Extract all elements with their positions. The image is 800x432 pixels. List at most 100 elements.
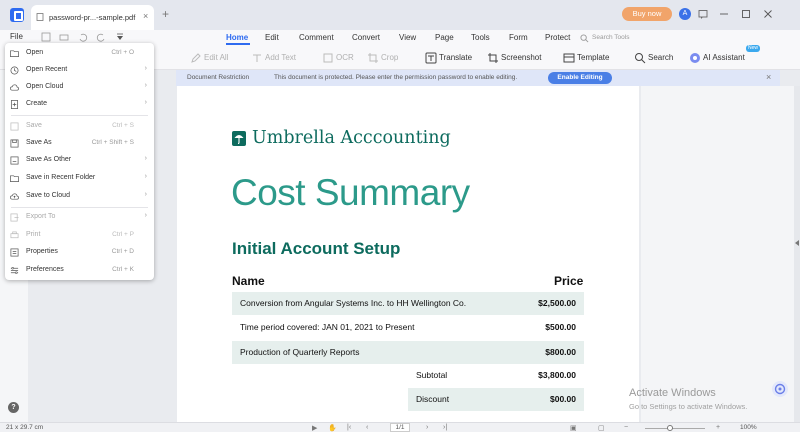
minimize-icon[interactable] [718, 8, 730, 20]
template-icon [563, 53, 575, 63]
menu-item-save-to-cloud[interactable]: Save to Cloud › [5, 188, 154, 204]
menu-item-open-cloud[interactable]: Open Cloud › [5, 79, 154, 95]
last-page-icon[interactable]: ›| [443, 424, 447, 431]
translate-button[interactable]: Translate [425, 52, 475, 64]
menu-item-open-recent[interactable]: Open Recent › [5, 62, 154, 78]
table-row: Production of Quarterly Reports $800.00 [232, 341, 584, 364]
column-header-price: Price [554, 274, 584, 288]
row-description: Time period covered: JAN 01, 2021 to Pre… [240, 322, 415, 332]
text-icon [253, 54, 261, 62]
table-row: Time period covered: JAN 01, 2021 to Pre… [232, 316, 584, 339]
summary-subtotal: Subtotal $3,800.00 [408, 364, 584, 387]
menu-item-open[interactable]: Open Ctrl + O [5, 45, 154, 61]
tab-edit[interactable]: Edit [265, 33, 279, 42]
restriction-notice: Document Restriction This document is pr… [176, 70, 780, 86]
menu-item-save-as[interactable]: Save As Ctrl + Shift + S [5, 135, 154, 151]
first-page-icon[interactable]: |‹ [347, 424, 351, 431]
menu-item-create[interactable]: Create › [5, 96, 154, 112]
crop-icon [368, 53, 378, 63]
search-tools-input[interactable]: Search Tools [592, 34, 629, 41]
close-notice-icon[interactable]: × [766, 72, 771, 82]
buy-now-button[interactable]: Buy now [622, 7, 672, 21]
tab-form[interactable]: Form [509, 33, 528, 42]
restriction-message: This document is protected. Please enter… [274, 74, 518, 81]
zoom-slider[interactable] [645, 428, 705, 429]
fit-page-icon[interactable]: ▢ [598, 424, 605, 432]
ai-assistant-float-button[interactable] [772, 381, 788, 397]
right-panel [641, 86, 794, 422]
menu-item-save-in-recent-folder[interactable]: Save in Recent Folder › [5, 170, 154, 186]
page-size-label: 21 x 29.7 cm [6, 424, 44, 431]
menu-item-properties[interactable]: Properties Ctrl + D [5, 244, 154, 260]
print-icon[interactable] [59, 32, 69, 42]
ocr-button[interactable]: OCR [322, 52, 356, 64]
view-mode-icon[interactable]: ▣ [570, 424, 577, 432]
next-page-icon[interactable]: › [426, 424, 428, 431]
crop-button[interactable]: Crop [367, 52, 401, 64]
restriction-label: Document Restriction [187, 74, 250, 81]
cloud-upload-icon [10, 193, 19, 200]
close-window-icon[interactable] [762, 8, 774, 20]
search-tools-icon [580, 34, 589, 43]
zoom-out-icon[interactable]: − [624, 424, 628, 431]
preferences-icon [10, 267, 19, 274]
zoom-slider-handle[interactable] [667, 425, 673, 431]
menu-item-save-as-other[interactable]: Save As Other › [5, 152, 154, 168]
zoom-level[interactable]: 100% [740, 424, 757, 431]
search-button[interactable]: Search [634, 52, 678, 64]
page-number-input[interactable]: 1/1 [390, 423, 410, 432]
tab-convert[interactable]: Convert [352, 33, 380, 42]
create-document-icon [10, 100, 19, 109]
summary-label: Subtotal [416, 370, 448, 380]
export-icon [10, 213, 19, 222]
document-tab[interactable]: password-pr...-sample.pdf × [31, 5, 154, 30]
undo-icon[interactable] [78, 32, 88, 42]
tab-protect[interactable]: Protect [545, 33, 570, 42]
customize-dropdown-icon[interactable] [115, 32, 125, 42]
help-icon[interactable]: ? [8, 402, 19, 413]
menu-item-preferences[interactable]: Preferences Ctrl + K [5, 262, 154, 278]
row-price: $500.00 [545, 322, 576, 332]
save-icon[interactable] [41, 32, 51, 42]
edit-all-button[interactable]: Edit All [190, 52, 232, 64]
menu-item-print[interactable]: Print Ctrl + P [5, 227, 154, 243]
template-button[interactable]: Template [563, 52, 613, 64]
tab-tools[interactable]: Tools [471, 33, 490, 42]
expand-panel-icon[interactable] [795, 240, 799, 246]
tab-comment[interactable]: Comment [299, 33, 334, 42]
chevron-right-icon: › [144, 65, 147, 72]
prev-page-icon[interactable]: ‹ [366, 424, 368, 431]
table-row: Conversion from Angular Systems Inc. to … [232, 292, 584, 315]
close-tab-icon[interactable]: × [143, 11, 148, 21]
menu-item-export-to[interactable]: Export To › [5, 209, 154, 225]
summary-value: $00.00 [550, 394, 576, 404]
add-text-button[interactable]: Add Text [251, 52, 301, 64]
zoom-in-icon[interactable]: + [716, 424, 720, 431]
enable-editing-button[interactable]: Enable Editing [548, 72, 612, 84]
menu-item-save[interactable]: Save Ctrl + S [5, 118, 154, 134]
avatar[interactable]: A [679, 8, 691, 20]
maximize-icon[interactable] [740, 8, 752, 20]
ai-assistant-button[interactable]: AI Assistant [689, 52, 761, 64]
activate-windows-message: Go to Settings to activate Windows. [629, 402, 748, 411]
notification-icon[interactable] [697, 8, 709, 20]
screenshot-button[interactable]: Screenshot [487, 52, 549, 64]
new-tab-icon[interactable]: + [162, 7, 169, 21]
file-menu-button[interactable]: File [10, 32, 23, 41]
tab-view[interactable]: View [399, 33, 416, 42]
tab-page[interactable]: Page [435, 33, 454, 42]
chevron-right-icon: › [144, 191, 147, 198]
select-tool-icon[interactable]: ▶ [312, 424, 317, 432]
redo-icon[interactable] [96, 32, 106, 42]
document-icon [36, 13, 44, 21]
translate-icon [425, 52, 437, 64]
chevron-right-icon: › [144, 173, 147, 180]
row-description: Production of Quarterly Reports [240, 347, 360, 357]
search-icon [635, 53, 646, 64]
clock-icon [10, 66, 19, 75]
tab-home[interactable]: Home [226, 33, 248, 42]
properties-icon [10, 248, 19, 257]
hand-tool-icon[interactable]: ✋ [328, 424, 337, 432]
screenshot-icon [488, 53, 498, 63]
new-badge: New [746, 45, 761, 52]
